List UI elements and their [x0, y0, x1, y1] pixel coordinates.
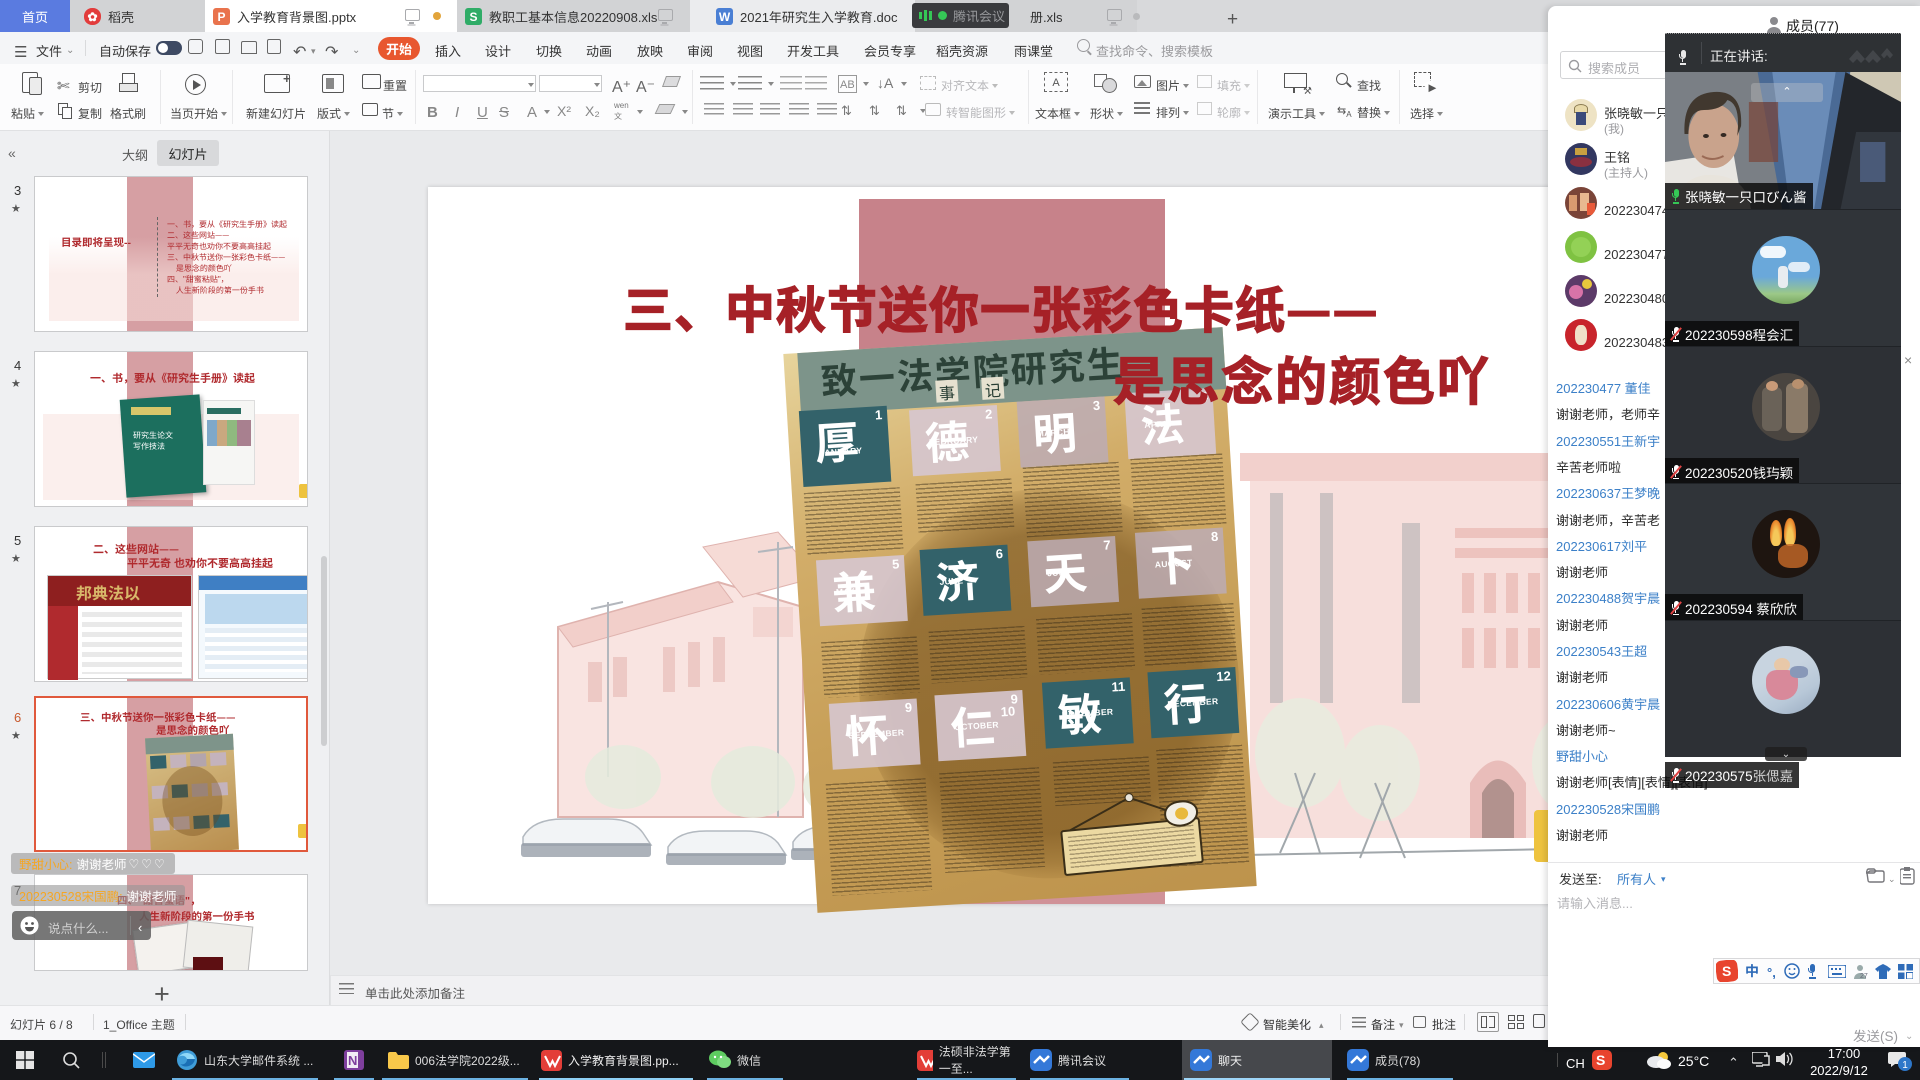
- svg-text:N: N: [348, 1050, 357, 1069]
- svg-text:27: 27: [1860, 971, 1868, 979]
- svg-text:S: S: [1596, 1050, 1605, 1070]
- svg-text:S: S: [1722, 961, 1731, 981]
